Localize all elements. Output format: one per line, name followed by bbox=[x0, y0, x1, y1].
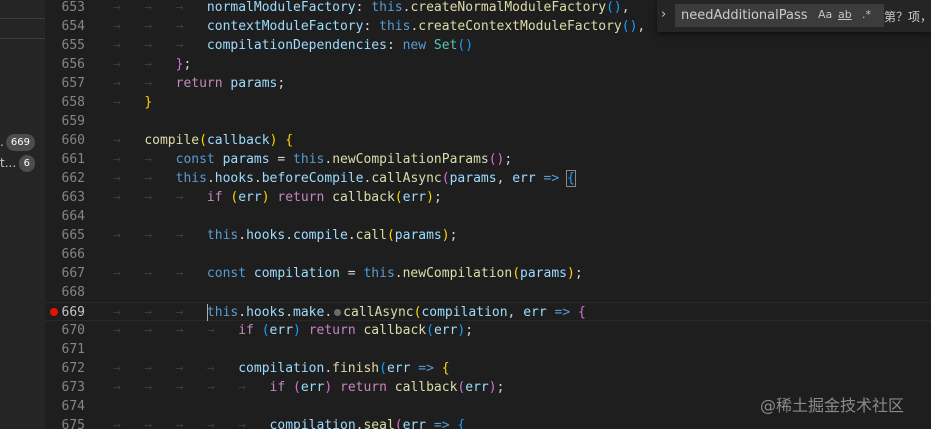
code-text: → → → → → if (err) return callback(err); bbox=[113, 380, 505, 395]
code-line[interactable]: 668 bbox=[45, 283, 931, 302]
whitespace-marker: → → → bbox=[113, 38, 207, 53]
line-number: 661 bbox=[61, 152, 85, 167]
whitespace-marker: → → bbox=[113, 57, 176, 72]
code-line[interactable]: 666 bbox=[45, 245, 931, 264]
line-number: 663 bbox=[61, 190, 85, 205]
line-number: 654 bbox=[61, 19, 85, 34]
code-text: → → this.hooks.beforeCompile.callAsync(p… bbox=[113, 170, 576, 187]
code-text: → → → → → compilation.seal(err => { bbox=[113, 416, 465, 429]
code-line[interactable]: 657 → → return params; bbox=[45, 74, 931, 93]
toggle-replace-chevron-icon[interactable]: › bbox=[661, 7, 666, 22]
sidebar-divider bbox=[0, 18, 45, 19]
line-number: 665 bbox=[61, 228, 85, 243]
code-text: → → → contextModuleFactory: this.createC… bbox=[113, 19, 646, 34]
line-number: 664 bbox=[61, 209, 85, 224]
line-number: 669 bbox=[61, 305, 85, 320]
code-line[interactable]: 670 → → → → if (err) return callback(err)… bbox=[45, 321, 931, 340]
line-number: 670 bbox=[61, 323, 85, 338]
sidebar-item-label: t... bbox=[0, 156, 17, 170]
sidebar-divider bbox=[0, 38, 45, 39]
line-number: 657 bbox=[61, 76, 85, 91]
whitespace-marker: → → bbox=[113, 152, 176, 167]
line-number: 672 bbox=[61, 361, 85, 376]
code-text: → → → const compilation = this.newCompil… bbox=[113, 266, 583, 281]
code-line[interactable]: 656 → → }; bbox=[45, 55, 931, 74]
whitespace-marker: → → → bbox=[113, 266, 207, 281]
code-text: → → → → if (err) return callback(err); bbox=[113, 323, 474, 338]
code-text: → → const params = this.newCompilationPa… bbox=[113, 152, 513, 167]
whitespace-marker: → → bbox=[113, 171, 176, 186]
code-line[interactable]: 659 bbox=[45, 112, 931, 131]
explorer-sidebar: . 669 t... 6 bbox=[0, 0, 45, 429]
line-number: 658 bbox=[61, 95, 85, 110]
code-text: → → → this.hooks.compile.call(params); bbox=[113, 228, 458, 243]
code-text: → → → compilationDependencies: new Set() bbox=[113, 38, 474, 53]
code-line[interactable]: 664 bbox=[45, 207, 931, 226]
line-number: 656 bbox=[61, 57, 85, 72]
whitespace-marker: → bbox=[113, 95, 145, 110]
sidebar-item[interactable]: t... 6 bbox=[0, 154, 45, 173]
sidebar-item-label: . bbox=[0, 135, 4, 149]
code-text: → → → if (err) return callback(err); bbox=[113, 190, 442, 205]
code-line[interactable]: 660 → compile(callback) { bbox=[45, 131, 931, 150]
line-number: 668 bbox=[61, 285, 85, 300]
code-line[interactable]: 671 bbox=[45, 340, 931, 359]
whole-word-toggle[interactable]: ab bbox=[838, 8, 852, 21]
code-text: → } bbox=[113, 95, 153, 110]
regex-toggle[interactable]: .* bbox=[862, 8, 871, 21]
whitespace-marker: → → → → bbox=[113, 323, 239, 338]
find-input[interactable] bbox=[675, 4, 884, 27]
find-result-count: 第？项， bbox=[884, 10, 931, 24]
code-text: → → }; bbox=[113, 57, 192, 72]
problem-count-badge: 6 bbox=[18, 155, 35, 172]
line-number: 674 bbox=[61, 399, 85, 414]
whitespace-marker: → → → → → bbox=[113, 418, 270, 429]
code-text: → compile(callback) { bbox=[113, 133, 294, 148]
code-line[interactable]: 661 → → const params = this.newCompilatio… bbox=[45, 150, 931, 169]
whitespace-marker: → → bbox=[113, 76, 176, 91]
match-case-toggle[interactable]: Aa bbox=[818, 8, 832, 21]
code-line[interactable]: 667 → → → const compilation = this.newCom… bbox=[45, 264, 931, 283]
line-number: 671 bbox=[61, 342, 85, 357]
whitespace-marker: → → → bbox=[113, 19, 207, 34]
code-editor[interactable]: 653 → → → normalModuleFactory: this.creat… bbox=[45, 0, 931, 429]
code-line[interactable]: 658 → } bbox=[45, 93, 931, 112]
whitespace-marker: → bbox=[113, 133, 145, 148]
code-line[interactable]: 663 → → → if (err) return callback(err); bbox=[45, 188, 931, 207]
code-line[interactable]: 662 → → this.hooks.beforeCompile.callAsyn… bbox=[45, 169, 931, 188]
line-number: 659 bbox=[61, 114, 85, 129]
whitespace-marker: → → → → → bbox=[113, 380, 270, 395]
sidebar-item[interactable]: . 669 bbox=[0, 133, 45, 152]
code-text: → → → this.hooks.make. callAsync(compilat… bbox=[113, 304, 586, 321]
line-number: 662 bbox=[61, 171, 85, 186]
code-line[interactable]: 672 → → → → compilation.finish(err => { bbox=[45, 359, 931, 378]
code-line[interactable]: 655 → → → compilationDependencies: new Se… bbox=[45, 36, 931, 55]
line-number: 667 bbox=[61, 266, 85, 281]
line-number: 660 bbox=[61, 133, 85, 148]
code-text: → → → normalModuleFactory: this.createNo… bbox=[113, 0, 630, 15]
whitespace-marker: → → → bbox=[113, 228, 207, 243]
code-text: → → → → compilation.finish(err => { bbox=[113, 361, 450, 376]
line-number: 666 bbox=[61, 247, 85, 262]
find-widget: › Aa ab .* 第？项， bbox=[657, 0, 931, 32]
line-number: 675 bbox=[61, 418, 85, 429]
code-line[interactable]: 665 → → → this.hooks.compile.call(params)… bbox=[45, 226, 931, 245]
code-line[interactable]: 669 → → → this.hooks.make. callAsync(compi… bbox=[45, 302, 931, 321]
problem-count-badge: 669 bbox=[5, 134, 35, 151]
whitespace-marker: → → → → bbox=[113, 361, 239, 376]
line-number: 673 bbox=[61, 380, 85, 395]
line-number: 653 bbox=[61, 0, 85, 15]
watermark: @稀土掘金技术社区 bbox=[760, 396, 905, 415]
whitespace-marker: → → → bbox=[113, 0, 207, 15]
code-text: → → return params; bbox=[113, 76, 286, 91]
whitespace-marker: → → → bbox=[113, 305, 207, 320]
whitespace-marker: → → → bbox=[113, 190, 207, 205]
line-number: 655 bbox=[61, 38, 85, 53]
code-line[interactable]: 675 → → → → → compilation.seal(err => { bbox=[45, 416, 931, 429]
